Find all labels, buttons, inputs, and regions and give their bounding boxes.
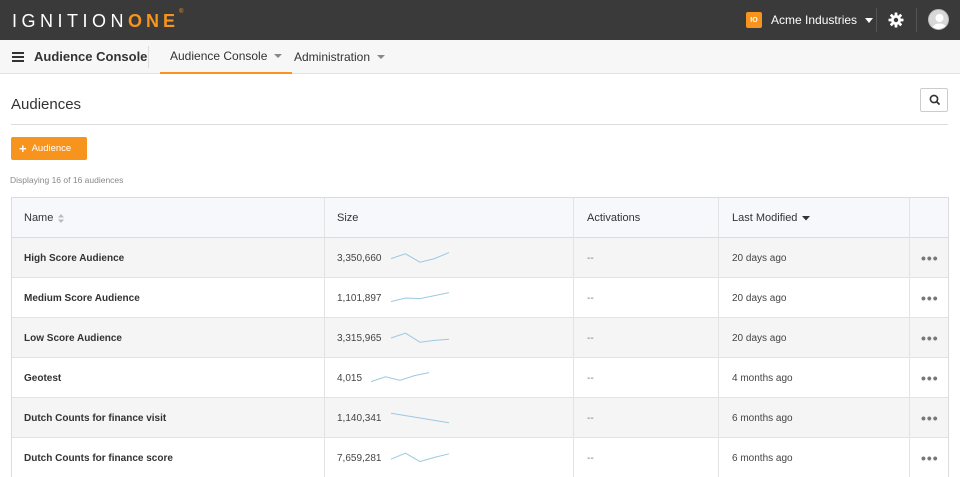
last-modified: 20 days ago	[732, 252, 787, 264]
size-trend-sparkline	[390, 292, 449, 303]
activations-value: --	[587, 292, 594, 304]
column-header-size[interactable]: Size	[337, 198, 358, 238]
audience-size: 1,140,341	[337, 412, 382, 424]
row-menu-icon[interactable]: •••	[921, 238, 939, 278]
audience-name[interactable]: Medium Score Audience	[24, 278, 140, 318]
audience-size: 4,015	[337, 372, 363, 384]
activations-value: --	[587, 412, 594, 424]
last-modified: 4 months ago	[732, 372, 793, 384]
sparkline-path	[390, 452, 449, 463]
app-title: Audience Console	[34, 49, 148, 64]
organization-badge-icon: IO	[746, 12, 762, 28]
activations-value: --	[587, 372, 594, 384]
chevron-down-icon	[274, 54, 283, 58]
row-menu-icon[interactable]: •••	[921, 358, 939, 398]
sort-icon	[58, 213, 65, 223]
chevron-down-icon	[865, 17, 874, 23]
activations-value: --	[587, 452, 594, 464]
divider	[11, 124, 948, 125]
tab-administration[interactable]: Administration	[294, 40, 386, 74]
search-button[interactable]	[920, 88, 948, 112]
result-count: Displaying 16 of 16 audiences	[10, 175, 124, 185]
tab-label: Administration	[294, 50, 371, 64]
page-title: Audiences	[11, 96, 82, 113]
audience-size-cell: 1,140,341	[337, 398, 450, 438]
column-header-activations[interactable]: Activations	[587, 198, 640, 238]
table-row[interactable]: Medium Score Audience 1,101,897 -- 20 da…	[12, 278, 948, 318]
size-trend-sparkline	[390, 412, 449, 424]
tab-audience-console[interactable]: Audience Console	[160, 40, 293, 74]
audience-size-cell: 7,659,281	[337, 438, 450, 477]
hamburger-menu-icon[interactable]	[12, 52, 24, 62]
size-trend-sparkline	[390, 332, 449, 343]
last-modified: 20 days ago	[732, 292, 787, 304]
audience-size-cell: 3,315,965	[337, 318, 450, 358]
audience-name[interactable]: Low Score Audience	[24, 318, 122, 358]
audience-size: 7,659,281	[337, 452, 382, 464]
ignition-one-logo[interactable]: IGNITIONONE®	[12, 9, 183, 32]
last-modified: 6 months ago	[732, 412, 793, 424]
table-row[interactable]: Low Score Audience 3,315,965 -- 20 days …	[12, 318, 948, 358]
audience-size: 1,101,897	[337, 292, 382, 304]
audience-size-cell: 4,015	[337, 358, 430, 398]
row-menu-icon[interactable]: •••	[921, 398, 939, 438]
divider	[916, 8, 917, 32]
table-row[interactable]: High Score Audience 3,350,660 -- 20 days…	[12, 238, 948, 278]
size-trend-sparkline	[390, 252, 449, 263]
divider	[876, 8, 877, 32]
last-modified: 6 months ago	[732, 452, 793, 464]
size-trend-sparkline	[390, 452, 449, 463]
table-row[interactable]: Dutch Counts for finance score 7,659,281…	[12, 438, 948, 477]
row-menu-icon[interactable]: •••	[921, 318, 939, 358]
divider	[148, 46, 149, 68]
audience-name[interactable]: Geotest	[24, 358, 61, 398]
table-header: Name Size Activations Last Modified	[12, 198, 948, 238]
audience-size-cell: 1,101,897	[337, 278, 450, 318]
button-label: Audience	[31, 143, 72, 154]
sparkline-path	[390, 412, 449, 424]
audiences-table: Name Size Activations Last Modified High…	[11, 197, 949, 477]
activations-value: --	[587, 252, 594, 264]
plus-icon: +	[19, 141, 27, 156]
search-icon	[929, 94, 940, 105]
organization-switcher[interactable]: IO Acme Industries	[746, 10, 874, 30]
add-audience-button[interactable]: + Audience	[11, 137, 87, 160]
user-avatar-icon[interactable]	[928, 9, 949, 30]
row-menu-icon[interactable]: •••	[921, 278, 939, 318]
sparkline-path	[390, 252, 449, 263]
audience-size-cell: 3,350,660	[337, 238, 450, 278]
column-header-last-modified[interactable]: Last Modified	[732, 198, 811, 238]
sort-descending-icon	[802, 216, 811, 221]
size-trend-sparkline	[370, 372, 430, 383]
last-modified: 20 days ago	[732, 332, 787, 344]
audience-size: 3,350,660	[337, 252, 382, 264]
tab-label: Audience Console	[170, 49, 268, 63]
row-menu-icon[interactable]: •••	[921, 438, 939, 477]
column-header-name[interactable]: Name	[24, 198, 65, 238]
sparkline-path	[390, 332, 449, 343]
gear-icon[interactable]	[888, 12, 904, 28]
table-row[interactable]: Geotest 4,015 -- 4 months ago •••	[12, 358, 948, 398]
activations-value: --	[587, 332, 594, 344]
sparkline-path	[370, 372, 430, 383]
audience-name[interactable]: Dutch Counts for finance visit	[24, 398, 166, 438]
chevron-down-icon	[377, 55, 386, 59]
audience-name[interactable]: High Score Audience	[24, 238, 124, 278]
audience-size: 3,315,965	[337, 332, 382, 344]
organization-name: Acme Industries	[771, 13, 858, 27]
audience-name[interactable]: Dutch Counts for finance score	[24, 438, 173, 477]
table-row[interactable]: Dutch Counts for finance visit 1,140,341…	[12, 398, 948, 438]
sparkline-path	[390, 292, 449, 303]
sub-navigation: Audience Console Audience Console Admini…	[0, 40, 960, 74]
top-bar: IGNITIONONE® IO Acme Industries	[0, 0, 960, 40]
